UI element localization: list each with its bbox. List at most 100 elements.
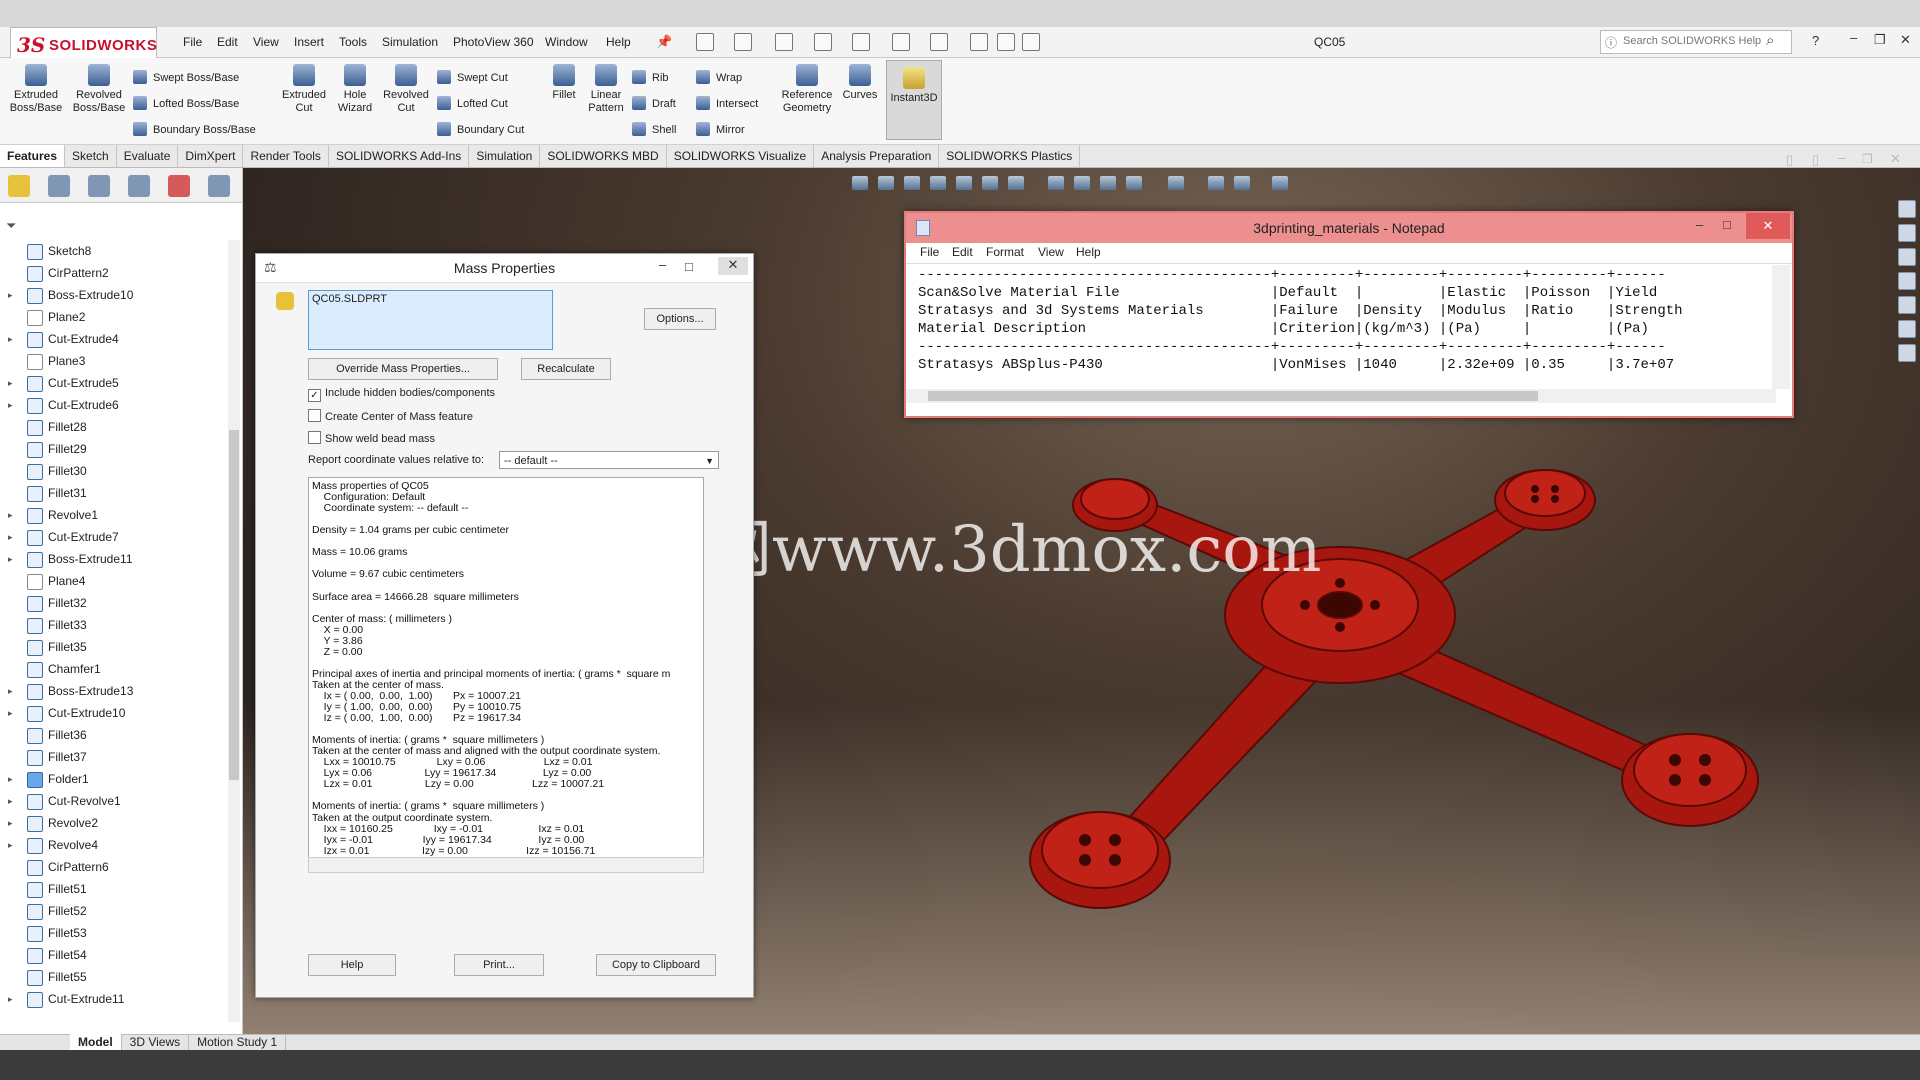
dialog-close-icon[interactable]: ✕: [718, 257, 748, 275]
tree-item[interactable]: ▸ Revolve1: [0, 504, 228, 526]
tree-item[interactable]: Plane4: [0, 570, 228, 592]
tree-item[interactable]: Fillet35: [0, 636, 228, 658]
tab-features[interactable]: Features: [0, 145, 66, 167]
appearances-icon[interactable]: [1898, 296, 1916, 314]
tab-evaluate[interactable]: Evaluate: [117, 145, 179, 167]
notepad-maximize-icon[interactable]: □: [1723, 217, 1731, 232]
expand-arrow-icon[interactable]: ▸: [8, 834, 13, 856]
copy-to-clipboard-button[interactable]: Copy to Clipboard: [596, 954, 716, 976]
save-icon[interactable]: [775, 33, 793, 51]
draft-button[interactable]: Draft: [632, 96, 676, 110]
menu-window[interactable]: Window: [545, 35, 588, 49]
hide-show-icon[interactable]: [1074, 176, 1090, 190]
search-box[interactable]: ⓘ Search SOLIDWORKS Help ⌕: [1600, 30, 1792, 54]
tree-item[interactable]: Fillet28: [0, 416, 228, 438]
tree-item[interactable]: Chamfer1: [0, 658, 228, 680]
filter-icon[interactable]: ⏷: [6, 218, 16, 234]
print-button[interactable]: Print...: [454, 954, 544, 976]
tab-addins[interactable]: SOLIDWORKS Add-Ins: [329, 145, 470, 167]
monitor-icon[interactable]: [1272, 176, 1288, 190]
tab-simulation[interactable]: Simulation: [469, 145, 541, 167]
include-hidden-checkbox[interactable]: ✓ Include hidden bodies/components: [308, 387, 495, 402]
tree-item[interactable]: CirPattern6: [0, 856, 228, 878]
rib-button[interactable]: Rib: [632, 70, 669, 84]
new-document-icon[interactable]: [696, 33, 714, 51]
feature-manager-icon[interactable]: [8, 175, 30, 197]
print-icon[interactable]: [814, 33, 832, 51]
options-button[interactable]: Options...: [644, 308, 716, 330]
search-icon[interactable]: ⌕: [1766, 32, 1774, 49]
tree-item[interactable]: Plane2: [0, 306, 228, 328]
realview-icon[interactable]: [1208, 176, 1224, 190]
tab-model[interactable]: Model: [70, 1034, 122, 1050]
expand-arrow-icon[interactable]: ▸: [8, 284, 13, 306]
mass-properties-output[interactable]: Mass properties of QC05 Configuration: D…: [308, 477, 704, 859]
design-library-icon[interactable]: [1898, 248, 1916, 266]
zoom-area-icon[interactable]: [878, 176, 894, 190]
tree-item[interactable]: ▸ Cut-Extrude4: [0, 328, 228, 350]
menu-view[interactable]: View: [253, 35, 279, 49]
tab-plastics[interactable]: SOLIDWORKS Plastics: [939, 145, 1081, 167]
tree-item[interactable]: ▸ Folder1: [0, 768, 228, 790]
configuration-manager-icon[interactable]: [88, 175, 110, 197]
help-button[interactable]: Help: [308, 954, 396, 976]
doc-minimize-icon[interactable]: –: [1838, 150, 1845, 165]
dynamic-annotation-icon[interactable]: [956, 176, 972, 190]
tab-visualize[interactable]: SOLIDWORKS Visualize: [667, 145, 815, 167]
options-gear-icon[interactable]: [1022, 33, 1040, 51]
notepad-menu-help[interactable]: Help: [1076, 245, 1101, 259]
expand-arrow-icon[interactable]: ▸: [8, 680, 13, 702]
tab-dimxpert[interactable]: DimXpert: [178, 145, 244, 167]
notepad-menu-format[interactable]: Format: [986, 245, 1024, 259]
extruded-cut-button[interactable]: Extruded Cut: [276, 64, 332, 115]
swept-cut-button[interactable]: Swept Cut: [437, 70, 508, 84]
menu-simulation[interactable]: Simulation: [382, 35, 438, 49]
undo-icon[interactable]: [852, 33, 870, 51]
expand-arrow-icon[interactable]: ▸: [8, 394, 13, 416]
tree-item[interactable]: ▸ Cut-Extrude7: [0, 526, 228, 548]
expand-arrow-icon[interactable]: ▸: [8, 526, 13, 548]
tree-item[interactable]: Fillet36: [0, 724, 228, 746]
linear-pattern-button[interactable]: Linear Pattern: [584, 64, 628, 115]
revolved-boss-button[interactable]: Revolved Boss/Base: [70, 64, 128, 115]
tree-item[interactable]: ▸ Cut-Extrude10: [0, 702, 228, 724]
recalculate-button[interactable]: Recalculate: [521, 358, 611, 380]
tab-mbd[interactable]: SOLIDWORKS MBD: [540, 145, 667, 167]
notepad-menu-edit[interactable]: Edit: [952, 245, 973, 259]
notepad-vertical-scrollbar[interactable]: [1772, 265, 1790, 389]
intersect-button[interactable]: Intersect: [696, 96, 758, 110]
redo-icon[interactable]: [892, 33, 910, 51]
expand-arrow-icon[interactable]: ▸: [8, 372, 13, 394]
dialog-minimize-icon[interactable]: –: [659, 257, 666, 272]
notepad-menu-view[interactable]: View: [1038, 245, 1064, 259]
tree-item[interactable]: ▸ Cut-Extrude11: [0, 988, 228, 1010]
expand-arrow-icon[interactable]: ▸: [8, 328, 13, 350]
tree-item[interactable]: ▸ Revolve2: [0, 812, 228, 834]
display-manager-icon[interactable]: [168, 175, 190, 197]
property-manager-icon[interactable]: [48, 175, 70, 197]
file-explorer-icon[interactable]: [1898, 272, 1916, 290]
tree-item[interactable]: ▸ Cut-Revolve1: [0, 790, 228, 812]
zoom-to-fit-icon[interactable]: [852, 176, 868, 190]
tree-item[interactable]: Fillet31: [0, 482, 228, 504]
tree-item[interactable]: Fillet55: [0, 966, 228, 988]
tree-item[interactable]: ▸ Boss-Extrude11: [0, 548, 228, 570]
coordinate-system-select[interactable]: -- default -- ▼: [499, 451, 719, 469]
selected-file-list[interactable]: QC05.SLDPRT: [308, 290, 553, 350]
menu-help[interactable]: Help: [606, 35, 631, 49]
wrap-button[interactable]: Wrap: [696, 70, 742, 84]
home-icon[interactable]: [1898, 200, 1916, 218]
notepad-close-icon[interactable]: ✕: [1746, 213, 1790, 239]
file-properties-icon[interactable]: [997, 33, 1015, 51]
expand-arrow-icon[interactable]: ▸: [8, 988, 13, 1010]
tile-view-icon[interactable]: ▯: [1812, 152, 1819, 168]
expand-arrow-icon[interactable]: ▸: [8, 548, 13, 570]
cam-manager-icon[interactable]: [208, 175, 230, 197]
expand-arrow-icon[interactable]: ▸: [8, 812, 13, 834]
create-center-of-mass-checkbox[interactable]: Create Center of Mass feature: [308, 409, 473, 423]
instant3d-button[interactable]: Instant3D: [886, 60, 942, 140]
view-orientation-icon[interactable]: [1008, 176, 1024, 190]
menu-insert[interactable]: Insert: [294, 35, 324, 49]
pin-icon[interactable]: 📌: [656, 34, 672, 50]
scene-icon[interactable]: [1126, 176, 1142, 190]
